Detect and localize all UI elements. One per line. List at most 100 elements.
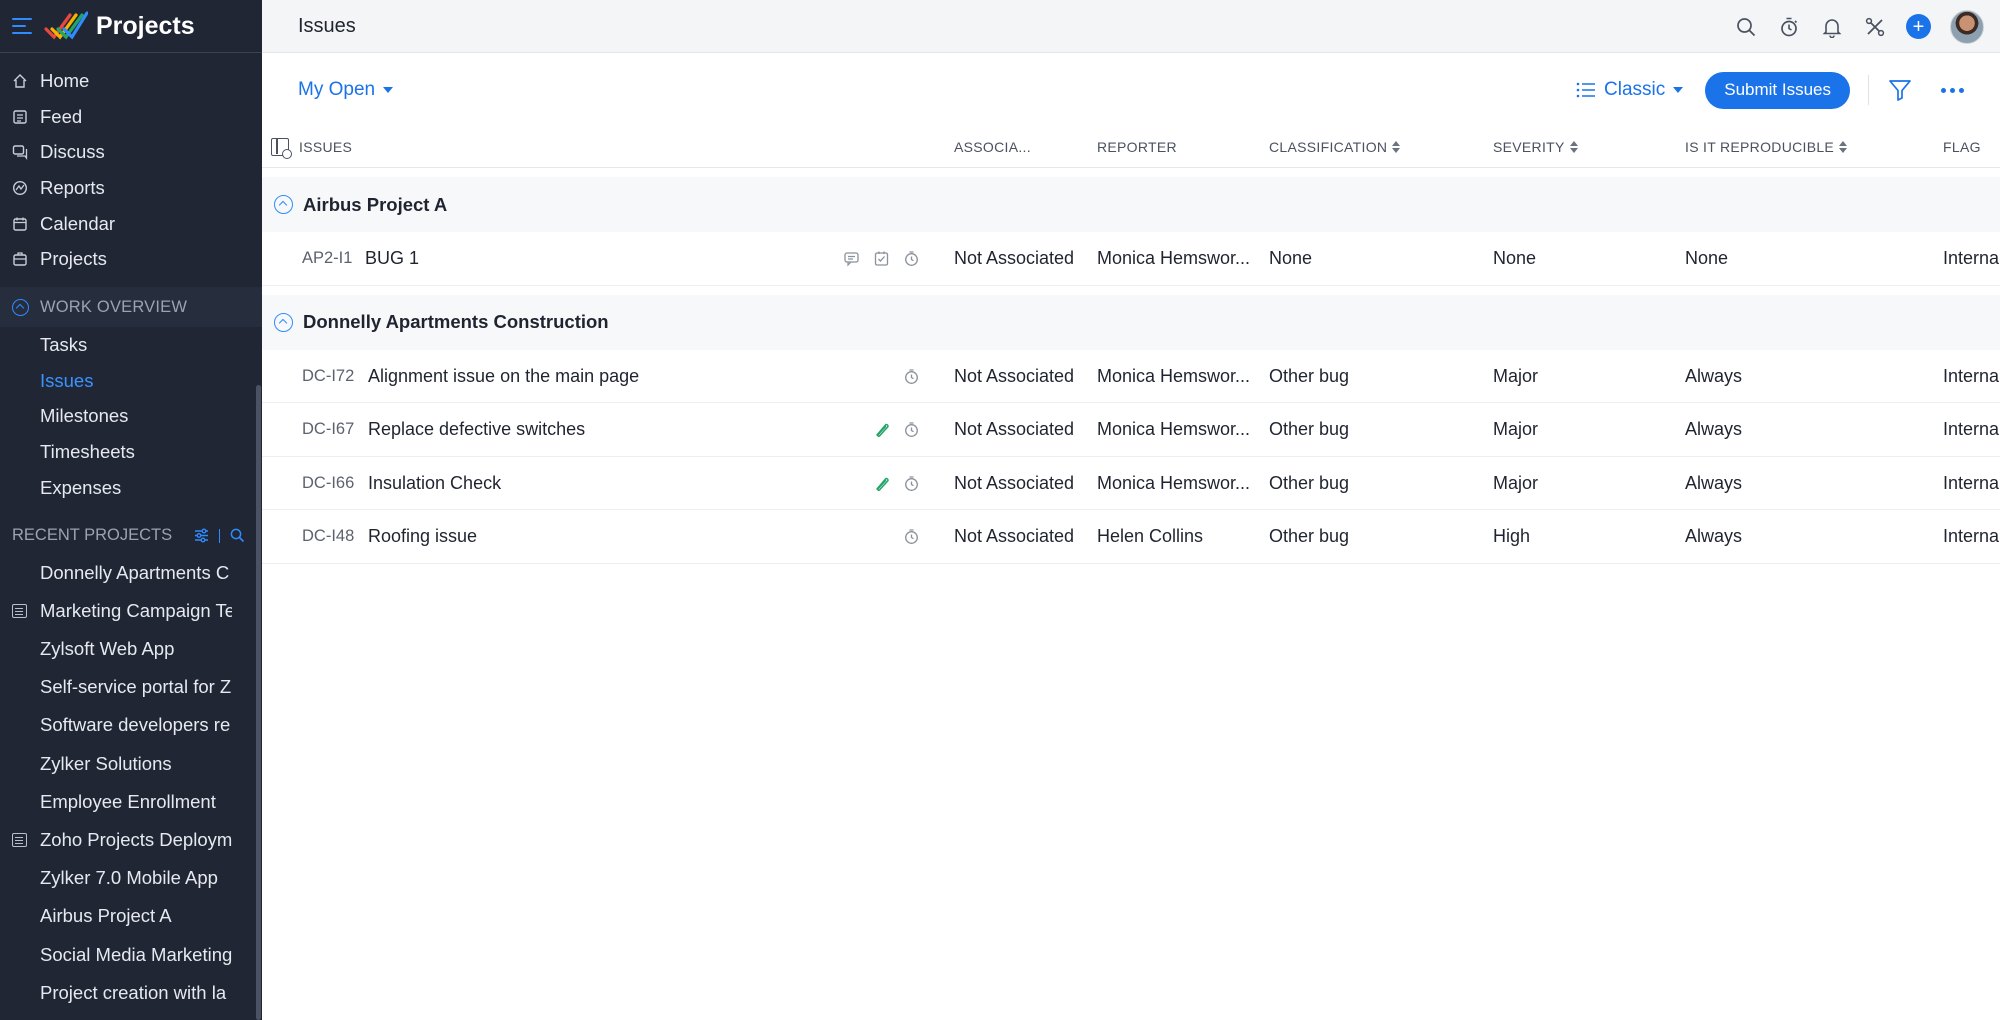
- nav-item-feed[interactable]: Feed: [0, 99, 262, 135]
- table-row[interactable]: AP2-I1 BUG 1 Not Associated Monica Hemsw…: [262, 232, 2000, 286]
- timer-icon[interactable]: [903, 528, 920, 545]
- sidebar-item-milestones[interactable]: Milestones: [0, 399, 262, 435]
- checklist-icon[interactable]: [873, 250, 890, 267]
- reporter-cell[interactable]: Monica Hemswor...: [1097, 403, 1250, 456]
- filter-icon[interactable]: [1887, 77, 1913, 103]
- bell-icon[interactable]: [1820, 15, 1844, 39]
- severity-cell[interactable]: Major: [1493, 457, 1538, 510]
- issue-key[interactable]: DC-I66: [302, 457, 354, 510]
- classification-cell[interactable]: Other bug: [1269, 510, 1349, 563]
- recent-project-item[interactable]: Employee Enrollment: [0, 783, 232, 821]
- header-severity[interactable]: SEVERITY: [1493, 127, 1578, 167]
- severity-cell[interactable]: Major: [1493, 403, 1538, 456]
- flag-cell[interactable]: Internal: [1943, 457, 2000, 510]
- header-reporter[interactable]: REPORTER: [1097, 127, 1177, 167]
- add-icon[interactable]: +: [1906, 14, 1931, 39]
- table-row[interactable]: DC-I66 Insulation Check Not Associated M…: [262, 457, 2000, 510]
- nav-item-projects[interactable]: Projects: [0, 241, 262, 277]
- sidebar-item-issues[interactable]: Issues: [0, 363, 262, 399]
- reporter-cell[interactable]: Monica Hemswor...: [1097, 457, 1250, 510]
- recent-project-item[interactable]: Zoho Projects Deploym: [0, 821, 232, 859]
- collapse-icon[interactable]: [274, 195, 293, 214]
- work-overview-heading[interactable]: WORK OVERVIEW: [0, 287, 262, 328]
- nav-item-discuss[interactable]: Discuss: [0, 134, 262, 170]
- view-dropdown[interactable]: My Open: [298, 79, 394, 101]
- reproducible-cell[interactable]: Always: [1685, 403, 1742, 456]
- reproducible-cell[interactable]: Always: [1685, 510, 1742, 563]
- group-row[interactable]: Airbus Project A: [262, 177, 2000, 232]
- reproducible-cell[interactable]: Always: [1685, 457, 1742, 510]
- issue-key[interactable]: AP2-I1: [302, 232, 352, 285]
- recent-project-item[interactable]: Donnelly Apartments C: [0, 554, 232, 592]
- submit-issues-button[interactable]: Submit Issues: [1705, 71, 1850, 109]
- flag-cell[interactable]: Internal: [1943, 232, 2000, 285]
- recent-project-item[interactable]: Self-service portal for Z: [0, 668, 232, 706]
- classification-cell[interactable]: Other bug: [1269, 403, 1349, 456]
- issue-key[interactable]: DC-I72: [302, 350, 354, 403]
- flag-cell[interactable]: Internal: [1943, 510, 2000, 563]
- reporter-cell[interactable]: Monica Hemswor...: [1097, 232, 1250, 285]
- header-associated[interactable]: ASSOCIA...: [954, 127, 1031, 167]
- sidebar-item-tasks[interactable]: Tasks: [0, 327, 262, 363]
- nav-item-reports[interactable]: Reports: [0, 170, 262, 206]
- sidebar-item-expenses[interactable]: Expenses: [0, 470, 262, 506]
- table-row[interactable]: DC-I48 Roofing issue Not Associated Hele…: [262, 510, 2000, 564]
- reporter-cell[interactable]: Helen Collins: [1097, 510, 1203, 563]
- recent-project-item[interactable]: Zylsoft Web App: [0, 630, 232, 668]
- search-icon[interactable]: [1734, 15, 1758, 39]
- timer-icon[interactable]: [1777, 15, 1801, 39]
- recent-project-item[interactable]: Zylker 7.0 Mobile App: [0, 859, 232, 897]
- issue-key[interactable]: DC-I67: [302, 403, 354, 456]
- timer-icon[interactable]: [903, 368, 920, 385]
- sidebar-item-timesheets[interactable]: Timesheets: [0, 434, 262, 470]
- sidebar-scrollbar[interactable]: [256, 385, 261, 1020]
- nav-item-home[interactable]: Home: [0, 63, 262, 99]
- flag-cell[interactable]: Internal: [1943, 350, 2000, 403]
- header-flag[interactable]: FLAG: [1943, 127, 1981, 167]
- issue-title[interactable]: Insulation Check: [368, 457, 501, 510]
- sort-icon[interactable]: [1392, 141, 1401, 153]
- severity-cell[interactable]: None: [1493, 232, 1536, 285]
- layout-dropdown[interactable]: Classic: [1576, 79, 1684, 101]
- header-issues[interactable]: ISSUES: [299, 127, 352, 167]
- table-row[interactable]: DC-I72 Alignment issue on the main page …: [262, 350, 2000, 403]
- severity-cell[interactable]: Major: [1493, 350, 1538, 403]
- timer-icon[interactable]: [903, 250, 920, 267]
- classification-cell[interactable]: Other bug: [1269, 350, 1349, 403]
- avatar[interactable]: [1950, 9, 1984, 44]
- recent-project-item[interactable]: Project creation with la: [0, 974, 232, 1012]
- attachment-icon[interactable]: [873, 421, 890, 438]
- group-row[interactable]: Donnelly Apartments Construction: [262, 294, 2000, 350]
- comment-icon[interactable]: [843, 250, 860, 267]
- sort-icon[interactable]: [1839, 141, 1848, 153]
- collapse-icon[interactable]: [274, 312, 293, 332]
- nav-item-calendar[interactable]: Calendar: [0, 206, 262, 242]
- reporter-cell[interactable]: Monica Hemswor...: [1097, 350, 1250, 403]
- classification-cell[interactable]: Other bug: [1269, 457, 1349, 510]
- timer-icon[interactable]: [903, 475, 920, 492]
- more-options-icon[interactable]: [1941, 87, 1964, 93]
- filter-settings-icon[interactable]: [194, 528, 209, 543]
- table-row[interactable]: DC-I67 Replace defective switches Not As…: [262, 403, 2000, 457]
- issue-title[interactable]: Alignment issue on the main page: [368, 350, 639, 403]
- tools-icon[interactable]: [1863, 15, 1887, 39]
- severity-cell[interactable]: High: [1493, 510, 1530, 563]
- recent-project-item[interactable]: Airbus Project A: [0, 897, 232, 935]
- recent-project-item[interactable]: Software developers re: [0, 706, 232, 744]
- classification-cell[interactable]: None: [1269, 232, 1312, 285]
- reproducible-cell[interactable]: Always: [1685, 350, 1742, 403]
- issue-title[interactable]: BUG 1: [365, 232, 419, 285]
- recent-project-item[interactable]: Marketing Campaign Te: [0, 592, 232, 630]
- sort-icon[interactable]: [1569, 141, 1578, 153]
- issue-title[interactable]: Roofing issue: [368, 510, 477, 563]
- flag-cell[interactable]: Internal: [1943, 403, 2000, 456]
- column-settings-icon[interactable]: [271, 138, 292, 159]
- header-classification[interactable]: CLASSIFICATION: [1269, 127, 1401, 167]
- attachment-icon[interactable]: [873, 475, 890, 492]
- search-icon[interactable]: [230, 528, 245, 543]
- issue-title[interactable]: Replace defective switches: [368, 403, 585, 456]
- recent-project-item[interactable]: Social Media Marketing: [0, 935, 232, 973]
- recent-project-item[interactable]: Zylker Solutions: [0, 745, 232, 783]
- issue-key[interactable]: DC-I48: [302, 510, 354, 563]
- timer-icon[interactable]: [903, 421, 920, 438]
